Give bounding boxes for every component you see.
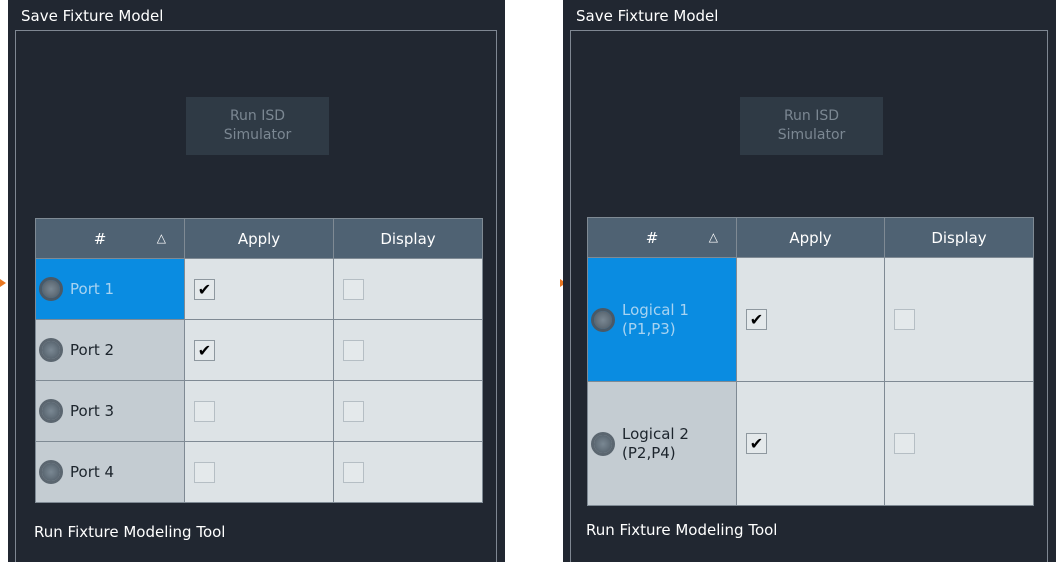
run-isd-simulator-button[interactable]: Run ISD Simulator: [740, 97, 883, 155]
display-checkbox[interactable]: [894, 433, 915, 454]
port-cell[interactable]: Port 2: [35, 319, 185, 381]
checkmark-icon: ✔: [749, 434, 764, 453]
panel-title: Save Fixture Model: [21, 7, 164, 25]
port-connector-icon: [594, 310, 612, 329]
display-checkbox[interactable]: [894, 309, 915, 330]
port-cell[interactable]: Port 1: [35, 258, 185, 320]
apply-checkbox[interactable]: ✔: [194, 278, 215, 300]
table-row[interactable]: Logical 2 (P2,P4) ✔: [587, 381, 1034, 506]
port-label: Port 4: [70, 463, 115, 481]
table-row[interactable]: Port 4: [35, 441, 483, 503]
checkmark-icon: ✔: [749, 310, 764, 329]
checkmark-icon: ✔: [197, 340, 212, 360]
fixture-panel-ports: Save Fixture Model Run ISD Simulator # △…: [8, 0, 505, 562]
apply-checkbox[interactable]: ✔: [194, 339, 215, 361]
apply-cell: ✔: [736, 381, 885, 506]
apply-cell: ✔: [184, 319, 334, 381]
display-cell: [333, 380, 483, 442]
column-header-number[interactable]: # △: [587, 217, 737, 258]
apply-cell: ✔: [184, 258, 334, 320]
sort-ascending-icon[interactable]: △: [709, 230, 718, 244]
display-cell: [884, 257, 1034, 382]
logical-port-cell[interactable]: Logical 1 (P1,P3): [587, 257, 737, 382]
display-checkbox[interactable]: [343, 400, 364, 422]
display-checkbox[interactable]: [343, 278, 364, 300]
display-cell: [333, 258, 483, 320]
active-indicator-mark: [0, 279, 6, 287]
apply-cell: ✔: [736, 257, 885, 382]
apply-checkbox[interactable]: ✔: [746, 309, 767, 330]
run-isd-label-line1: Run ISD: [229, 108, 286, 124]
table-row[interactable]: Port 2 ✔: [35, 319, 483, 381]
logical-port-table: # △ Apply Display Logical 1 (P1,P3) ✔ Log…: [587, 217, 1034, 506]
display-checkbox[interactable]: [343, 339, 364, 361]
port-label: Port 3: [70, 402, 115, 420]
fixture-panel-logical: Save Fixture Model Run ISD Simulator # △…: [563, 0, 1056, 562]
display-checkbox[interactable]: [343, 461, 364, 483]
run-isd-label-line2: Simulator: [777, 127, 846, 143]
apply-cell: [184, 441, 334, 503]
column-header-apply[interactable]: Apply: [736, 217, 885, 258]
panel-title: Save Fixture Model: [576, 7, 719, 25]
column-header-number[interactable]: # △: [35, 218, 185, 259]
port-label: Port 2: [70, 341, 115, 359]
run-fixture-modeling-tool-link[interactable]: Run Fixture Modeling Tool: [586, 521, 777, 539]
column-header-display[interactable]: Display: [884, 217, 1034, 258]
run-isd-label-line2: Simulator: [223, 127, 292, 143]
logical-port-label: Logical 1 (P1,P3): [622, 300, 689, 338]
port-connector-icon: [42, 280, 60, 298]
port-connector-icon: [42, 402, 60, 420]
checkmark-icon: ✔: [197, 279, 212, 299]
port-connector-icon: [594, 434, 612, 453]
display-cell: [884, 381, 1034, 506]
port-table: # △ Apply Display Port 1 ✔ Port 2 ✔ Port…: [35, 218, 483, 503]
port-cell[interactable]: Port 4: [35, 441, 185, 503]
table-header-row: # △ Apply Display: [35, 218, 483, 259]
run-isd-simulator-button[interactable]: Run ISD Simulator: [186, 97, 329, 155]
table-row[interactable]: Port 3: [35, 380, 483, 442]
table-row[interactable]: Logical 1 (P1,P3) ✔: [587, 257, 1034, 382]
port-cell[interactable]: Port 3: [35, 380, 185, 442]
logical-port-label: Logical 2 (P2,P4): [622, 424, 689, 462]
column-header-display[interactable]: Display: [333, 218, 483, 259]
display-cell: [333, 319, 483, 381]
logical-port-cell[interactable]: Logical 2 (P2,P4): [587, 381, 737, 506]
sort-ascending-icon[interactable]: △: [157, 231, 166, 245]
table-row[interactable]: Port 1 ✔: [35, 258, 483, 320]
apply-checkbox[interactable]: ✔: [746, 433, 767, 454]
run-isd-label-line1: Run ISD: [783, 108, 840, 124]
apply-checkbox[interactable]: [194, 400, 215, 422]
port-connector-icon: [42, 463, 60, 481]
port-connector-icon: [42, 341, 60, 359]
apply-cell: [184, 380, 334, 442]
run-fixture-modeling-tool-link[interactable]: Run Fixture Modeling Tool: [34, 523, 225, 541]
display-cell: [333, 441, 483, 503]
apply-checkbox[interactable]: [194, 461, 215, 483]
table-header-row: # △ Apply Display: [587, 217, 1034, 258]
column-header-apply[interactable]: Apply: [184, 218, 334, 259]
port-label: Port 1: [70, 280, 115, 298]
